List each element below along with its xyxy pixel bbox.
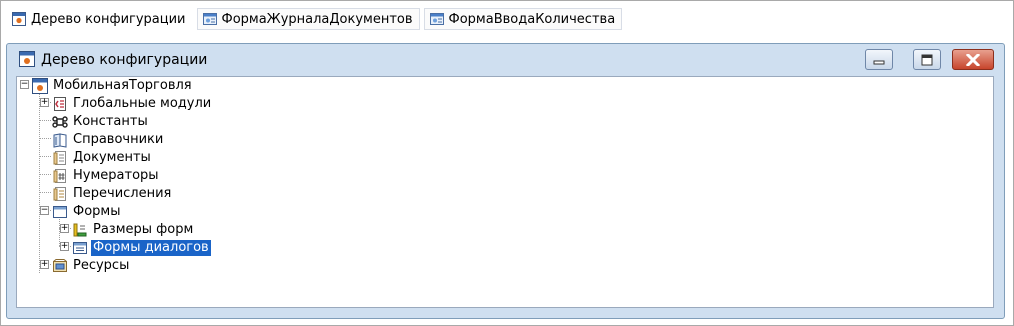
tree-node-constants[interactable]: Константы xyxy=(52,113,150,131)
config-tree-icon xyxy=(12,12,26,26)
tree-node-label: МобильнаяТорговля xyxy=(53,78,192,93)
configuration-icon xyxy=(32,78,48,94)
window-title-bar[interactable]: Дерево конфигурации xyxy=(7,44,1004,76)
expander-root[interactable]: − xyxy=(20,80,29,89)
documents-icon xyxy=(53,151,66,165)
form-sizes-icon xyxy=(73,223,87,237)
tab-config-tree[interactable]: Дерево конфигурации xyxy=(6,8,193,30)
window-title: Дерево конфигурации xyxy=(41,52,208,68)
form-icon xyxy=(429,13,444,25)
tree-node-label: Документы xyxy=(73,150,151,165)
tree-node-label: Глобальные модули xyxy=(73,96,212,111)
config-tree-window: Дерево конфигурации − МобильнаяТорговля … xyxy=(6,43,1005,319)
numerators-icon xyxy=(53,169,66,183)
close-button[interactable] xyxy=(952,49,994,70)
tree-node-forms[interactable]: Формы xyxy=(52,203,122,221)
tree-node-resources[interactable]: Ресурсы xyxy=(52,257,131,275)
tree-node-label: Перечисления xyxy=(73,186,172,201)
dialog-forms-icon xyxy=(73,242,87,254)
tab-journal-form[interactable]: ФормаЖурналаДокументов xyxy=(196,8,420,30)
tree-node-form-sizes[interactable]: Размеры форм xyxy=(72,221,195,239)
forms-icon xyxy=(53,206,67,218)
config-tree-icon xyxy=(19,51,35,67)
maximize-icon xyxy=(921,54,933,65)
close-icon xyxy=(966,53,980,66)
tree-node-numerators[interactable]: Нумераторы xyxy=(52,167,161,185)
expander-global-modules[interactable]: + xyxy=(40,98,49,107)
tree-node-dialog-forms[interactable]: Формы диалогов xyxy=(72,239,211,257)
tab-quantity-form[interactable]: ФормаВводаКоличества xyxy=(423,8,623,30)
tree-node-label: Нумераторы xyxy=(73,168,159,183)
expander-forms[interactable]: − xyxy=(40,206,49,215)
modules-icon xyxy=(54,97,66,111)
tree-node-label: Формы xyxy=(73,204,121,219)
constants-icon xyxy=(52,116,68,128)
tree-node-label: Размеры форм xyxy=(93,222,194,237)
config-tree: − МобильнаяТорговля + Глобальные модули xyxy=(16,76,994,308)
minimize-icon xyxy=(873,60,885,64)
minimize-button[interactable] xyxy=(865,49,893,70)
tree-node-label: Формы диалогов xyxy=(91,240,211,256)
tree-node-label: Константы xyxy=(73,114,148,129)
form-icon xyxy=(202,13,217,25)
tab-label: Дерево конфигурации xyxy=(31,11,186,27)
tree-node-documents[interactable]: Документы xyxy=(52,149,153,167)
tree-node-global-modules[interactable]: Глобальные модули xyxy=(52,95,213,113)
expander-form-sizes[interactable]: + xyxy=(60,224,69,233)
catalogs-icon xyxy=(53,133,67,148)
expander-resources[interactable]: + xyxy=(40,260,49,269)
tree-node-label: Ресурсы xyxy=(73,258,130,273)
tree-node-enums[interactable]: Перечисления xyxy=(52,185,173,203)
tree-node-root[interactable]: МобильнаяТорговля xyxy=(32,77,194,95)
tree-node-catalogs[interactable]: Справочники xyxy=(52,131,165,149)
enums-icon xyxy=(53,187,66,201)
tab-label: ФормаЖурналаДокументов xyxy=(221,11,413,27)
document-tabs: Дерево конфигурации ФормаЖурналаДокумент… xyxy=(6,8,623,30)
expander-dialog-forms[interactable]: + xyxy=(60,242,69,251)
tab-label: ФормаВводаКоличества xyxy=(448,11,616,27)
tree-node-label: Справочники xyxy=(73,132,164,147)
maximize-button[interactable] xyxy=(913,49,941,70)
resources-icon xyxy=(53,259,67,272)
